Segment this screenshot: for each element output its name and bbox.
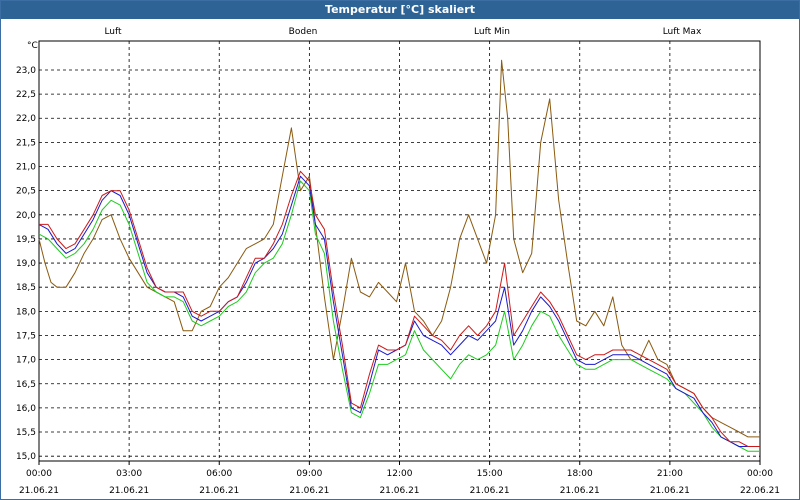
x-tick-date-label: 21.06.21 bbox=[650, 486, 690, 496]
y-tick-label: 17,5 bbox=[16, 331, 36, 341]
y-tick-label: 18,0 bbox=[16, 307, 36, 317]
x-tick-date-label: 21.06.21 bbox=[199, 486, 239, 496]
series-line-luft-max bbox=[39, 170, 760, 447]
legend-luft-min: Luft Min bbox=[474, 27, 510, 37]
y-axis: °C 15,0 15,5 16,0 16,5 17,0 17,5 18,0 18,5 19,0 1… bbox=[16, 41, 38, 462]
x-tick-date-label: 21.06.21 bbox=[109, 486, 149, 496]
x-tick-date-label: 21.06.21 bbox=[560, 486, 600, 496]
temperature-chart: °C 15,0 15,5 16,0 16,5 17,0 17,5 18,0 18,5 19,0 1… bbox=[16, 27, 780, 496]
x-tick-time-label: 21:00 bbox=[657, 469, 683, 479]
x-tick-time-label: 00:00 bbox=[747, 469, 773, 479]
x-tick-time-label: 09:00 bbox=[296, 469, 322, 479]
y-tick-label: 15,0 bbox=[16, 452, 36, 462]
y-tick-label: 19,0 bbox=[16, 259, 36, 269]
y-tick-label: 20,5 bbox=[16, 187, 36, 197]
series-line-boden bbox=[38, 59, 760, 438]
y-tick-label: 17,0 bbox=[16, 356, 36, 366]
y-tick-label: 23,0 bbox=[16, 66, 36, 76]
y-tick-label: 20,0 bbox=[16, 211, 36, 221]
legend-boden: Boden bbox=[289, 27, 318, 37]
x-tick-date-label: 21.06.21 bbox=[289, 486, 329, 496]
grid-lines bbox=[39, 41, 760, 461]
legend-luft-max: Luft Max bbox=[663, 27, 702, 37]
x-tick-date-label: 21.06.21 bbox=[470, 486, 510, 496]
y-tick-label: 15,5 bbox=[16, 428, 36, 438]
x-tick-time-label: 06:00 bbox=[206, 469, 232, 479]
series-lines bbox=[38, 59, 760, 452]
x-tick-time-label: 00:00 bbox=[26, 469, 52, 479]
x-tick-time-label: 03:00 bbox=[116, 469, 142, 479]
y-tick-label: 16,0 bbox=[16, 404, 36, 414]
y-axis-label: °C bbox=[27, 41, 38, 51]
y-tick-label: 22,5 bbox=[16, 90, 36, 100]
y-tick-label: 18,5 bbox=[16, 283, 36, 293]
y-tick-label: 21,0 bbox=[16, 163, 36, 173]
legend: Luft Boden Luft Min Luft Max bbox=[104, 27, 702, 37]
y-tick-label: 19,5 bbox=[16, 235, 36, 245]
y-tick-label: 22,0 bbox=[16, 114, 36, 124]
x-tick-date-label: 22.06.21 bbox=[740, 486, 780, 496]
x-tick-date-label: 21.06.21 bbox=[19, 486, 59, 496]
x-tick-date-label: 21.06.21 bbox=[379, 486, 419, 496]
x-tick-time-label: 18:00 bbox=[567, 469, 593, 479]
x-tick-time-label: 12:00 bbox=[387, 469, 413, 479]
x-axis: 00:00 21.06.21 03:00 21.06.21 06:00 21.06.21 0… bbox=[19, 461, 780, 496]
y-tick-label: 16,5 bbox=[16, 380, 36, 390]
legend-luft: Luft bbox=[104, 27, 122, 37]
y-tick-label: 21,5 bbox=[16, 138, 36, 148]
x-tick-time-label: 15:00 bbox=[477, 469, 503, 479]
